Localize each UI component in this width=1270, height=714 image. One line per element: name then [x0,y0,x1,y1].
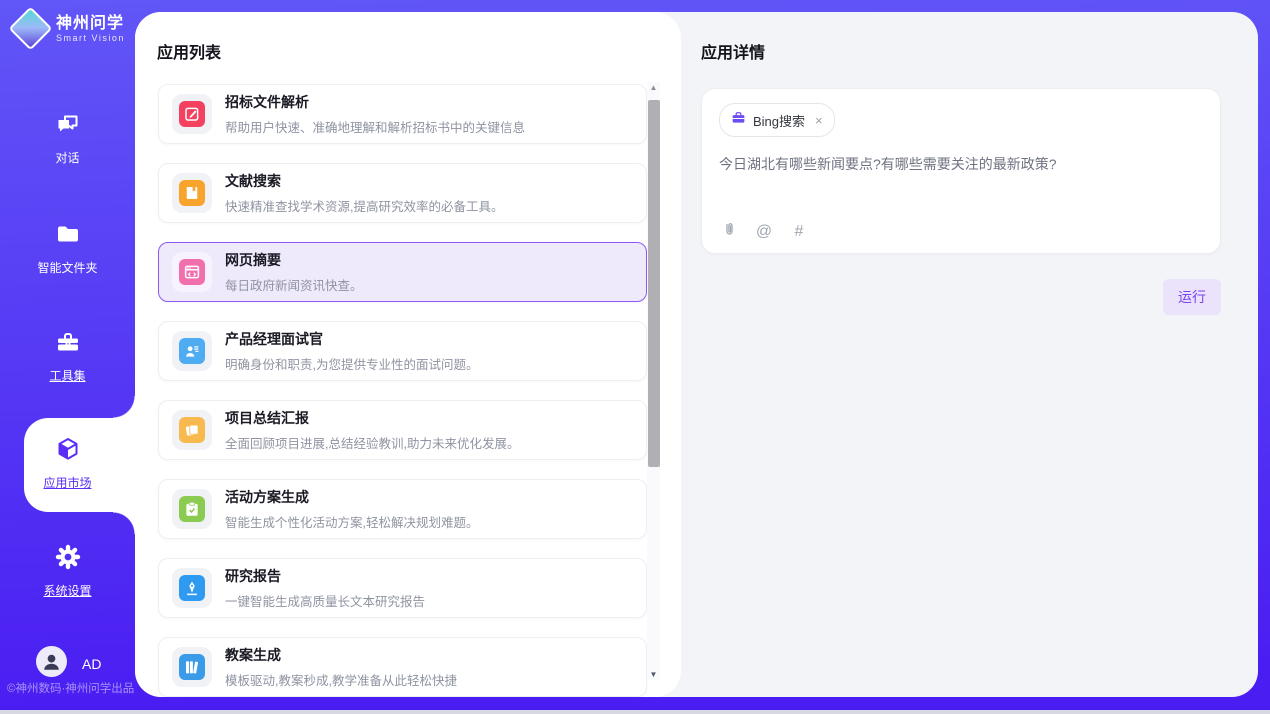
app-name: 招标文件解析 [225,92,525,112]
scroll-down-icon[interactable]: ▼ [647,670,660,679]
paperclip-icon[interactable] [720,220,738,243]
app-icon-box [172,568,212,608]
app-icon-box [172,410,212,450]
sidebar-item-label: 智能文件夹 [0,259,135,276]
prompt-toolbar: @ # [720,220,808,243]
app-icon-box [172,173,212,213]
app-detail-panel: 应用详情 Bing搜索 × 今日湖北有哪些新闻要点?有哪些需要关注的最新政策? [681,12,1258,697]
app-description: 帮助用户快速、准确地理解和解析招标书中的关键信息 [225,117,525,136]
app-icon-box [172,331,212,371]
chat-icon [54,125,82,142]
app-name: 文献搜索 [225,171,503,191]
app-description: 明确身份和职责,为您提供专业性的面试问题。 [225,354,478,373]
sidebar-item-smart-folder[interactable]: 智能文件夹 [0,220,135,276]
sidebar-item-label: 工具集 [0,367,135,384]
app-name: 活动方案生成 [225,487,478,507]
app-list-item[interactable]: 项目总结汇报 全面回顾项目进展,总结经验教训,助力未来优化发展。 [158,400,647,460]
scrollbar-thumb[interactable] [648,100,660,467]
brand-subtitle: Smart Vision [56,33,125,43]
app-list-item[interactable]: 活动方案生成 智能生成个性化活动方案,轻松解决规划难题。 [158,479,647,539]
app-icon-box [172,94,212,134]
pen-report-icon [179,575,205,601]
sidebar-item-chat[interactable]: 对话 [0,110,135,166]
at-icon[interactable]: @ [755,223,773,241]
avatar [36,646,67,682]
brand-diamond-icon [9,7,53,51]
brand-name: 神州问学 [56,15,125,33]
app-description: 智能生成个性化活动方案,轻松解决规划难题。 [225,512,478,531]
user-initials: AD [82,656,101,672]
scroll-up-icon[interactable]: ▲ [647,83,660,92]
app-list-item[interactable]: 教案生成 模板驱动,教案秒成,教学准备从此轻松快捷 [158,637,647,697]
clipboard-check-icon [179,496,205,522]
app-list-scrollbar[interactable]: ▲ ▼ [647,82,660,680]
app-list-panel: 应用列表 招标文件解析 帮助用户快速、准确地理解和解析招标书中的关键信息 文献搜… [135,12,681,697]
app-list-item[interactable]: 网页摘要 每日政府新闻资讯快查。 [158,242,647,302]
hash-icon[interactable]: # [790,223,808,241]
sidebar-item-toolbox[interactable]: 工具集 [0,328,135,384]
close-icon[interactable]: × [815,113,823,128]
app-list: 招标文件解析 帮助用户快速、准确地理解和解析招标书中的关键信息 文献搜索 快速精… [158,84,647,697]
app-description: 每日政府新闻资讯快查。 [225,275,363,294]
briefcase-icon [54,343,82,360]
app-list-item[interactable]: 产品经理面试官 明确身份和职责,为您提供专业性的面试问题。 [158,321,647,381]
app-description: 快速精准查找学术资源,提高研究效率的必备工具。 [225,196,503,215]
folder-icon [54,235,82,252]
book-icon [179,180,205,206]
prompt-input[interactable]: 今日湖北有哪些新闻要点?有哪些需要关注的最新政策? [719,154,1203,174]
app-description: 模板驱动,教案秒成,教学准备从此轻松快捷 [225,670,457,689]
sidebar-item-app-market[interactable]: 应用市场 [0,435,135,491]
app-list-item[interactable]: 研究报告 一键智能生成高质量长文本研究报告 [158,558,647,618]
sidebar-item-label: 应用市场 [0,474,135,491]
sidebar: 神州问学 Smart Vision 对话 智能文件夹 [0,0,135,714]
briefcase-icon [731,111,746,130]
copyright-text: ©神州数码·神州问学出品 [7,680,134,696]
cube-icon [54,450,82,467]
run-row: 运行 [701,279,1221,315]
interviewer-icon [179,338,205,364]
tool-tag-label: Bing搜索 [753,111,805,130]
app-list-title: 应用列表 [157,39,221,63]
brand-logo: 神州问学 Smart Vision [15,13,125,44]
app-name: 项目总结汇报 [225,408,519,428]
gear-icon [54,558,82,575]
sidebar-item-label: 对话 [0,149,135,166]
app-name: 网页摘要 [225,250,363,270]
app-name: 教案生成 [225,645,457,665]
books-icon [179,654,205,680]
main-content: 应用列表 招标文件解析 帮助用户快速、准确地理解和解析招标书中的关键信息 文献搜… [135,12,1258,697]
app-name: 产品经理面试官 [225,329,478,349]
app-name: 研究报告 [225,566,425,586]
app-icon-box [172,647,212,687]
user-account[interactable]: AD [36,646,101,682]
app-icon-box [172,489,212,529]
browser-icon [179,259,205,285]
tool-tag-bing-search[interactable]: Bing搜索 × [719,103,835,137]
app-icon-box [172,252,212,292]
sidebar-item-label: 系统设置 [0,582,135,599]
app-description: 全面回顾项目进展,总结经验教训,助力未来优化发展。 [225,433,519,452]
app-list-item[interactable]: 文献搜索 快速精准查找学术资源,提高研究效率的必备工具。 [158,163,647,223]
notes-icon [179,417,205,443]
sidebar-item-settings[interactable]: 系统设置 [0,543,135,599]
run-button[interactable]: 运行 [1163,279,1221,315]
pen-square-icon [179,101,205,127]
prompt-card: Bing搜索 × 今日湖北有哪些新闻要点?有哪些需要关注的最新政策? @ # [701,88,1221,254]
app-description: 一键智能生成高质量长文本研究报告 [225,591,425,610]
app-detail-title: 应用详情 [701,39,1222,63]
app-list-item[interactable]: 招标文件解析 帮助用户快速、准确地理解和解析招标书中的关键信息 [158,84,647,144]
